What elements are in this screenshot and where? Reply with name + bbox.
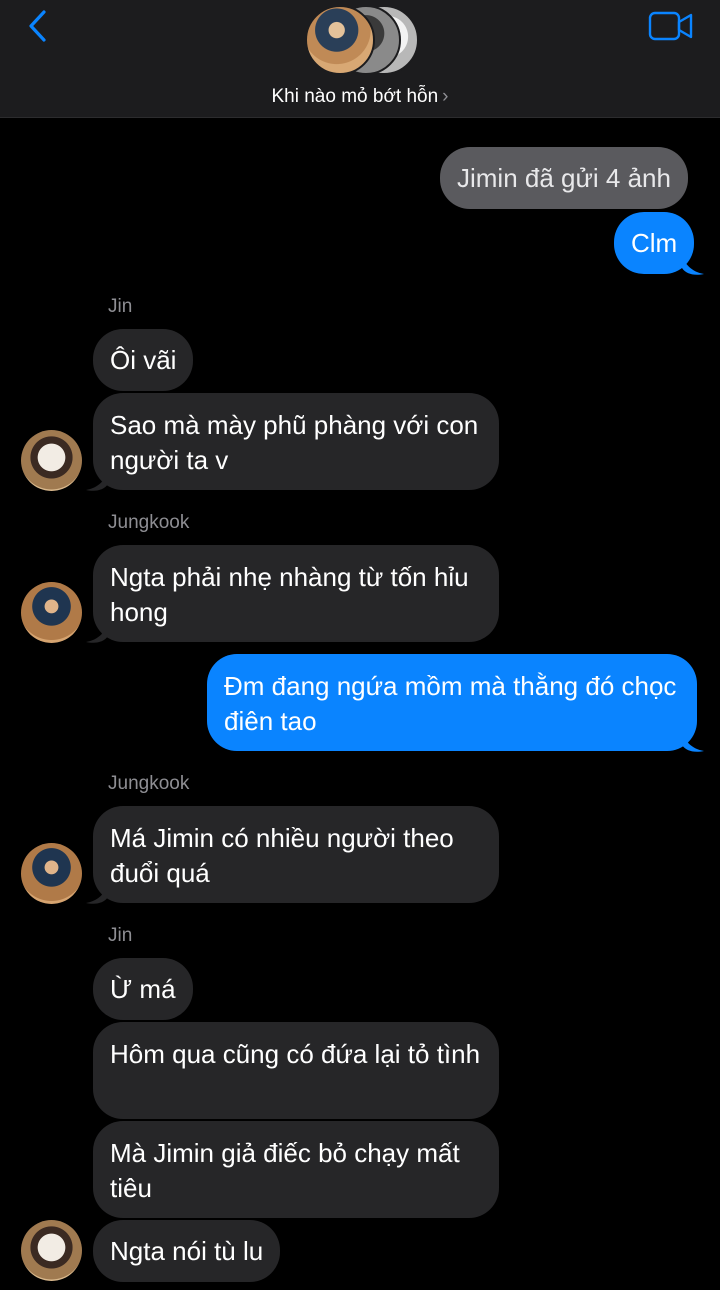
group-avatar-stack[interactable] bbox=[305, 5, 419, 77]
chat-header: Khi nào mỏ bớt hỗn › bbox=[0, 0, 720, 118]
outgoing-message[interactable]: Đm đang ngứa mồm mà thằng đó chọc điên t… bbox=[207, 654, 697, 751]
bubble-tail bbox=[682, 731, 704, 752]
bubble-tail bbox=[682, 254, 704, 275]
avatar-jungkook[interactable] bbox=[21, 582, 82, 643]
group-name-button[interactable]: Khi nào mỏ bớt hỗn › bbox=[0, 86, 720, 108]
incoming-message[interactable]: Hôm qua cũng có đứa lại tỏ tình bbox=[93, 1022, 499, 1119]
member-avatar bbox=[305, 5, 375, 75]
system-message[interactable]: Jimin đã gửi 4 ảnh bbox=[440, 147, 688, 209]
incoming-message[interactable]: Má Jimin có nhiều người theo đuổi quá bbox=[93, 806, 499, 903]
back-chevron-icon bbox=[29, 10, 46, 42]
sender-name: Jungkook bbox=[108, 773, 190, 794]
bubble-tail bbox=[86, 622, 108, 643]
sender-name: Jin bbox=[108, 296, 133, 317]
incoming-message[interactable]: Ngta nói tù lu bbox=[93, 1220, 281, 1282]
bubble-tail bbox=[86, 470, 108, 491]
sender-name: Jin bbox=[108, 925, 133, 946]
avatar-jungkook[interactable] bbox=[21, 843, 82, 904]
sender-name: Jungkook bbox=[108, 512, 190, 533]
avatar-jin[interactable] bbox=[21, 430, 82, 491]
incoming-message[interactable]: Sao mà mày phũ phàng với con người ta v bbox=[93, 393, 499, 490]
avatar-jin[interactable] bbox=[21, 1220, 82, 1281]
incoming-message[interactable]: Mà Jimin giả điếc bỏ chạy mất tiêu bbox=[93, 1121, 499, 1218]
video-camera-icon bbox=[648, 11, 693, 41]
incoming-message[interactable]: Ừ má bbox=[93, 958, 193, 1020]
chevron-right-icon: › bbox=[442, 86, 449, 107]
incoming-message[interactable]: Ngta phải nhẹ nhàng từ tốn hỉu hong bbox=[93, 545, 499, 642]
back-button[interactable] bbox=[22, 8, 58, 44]
incoming-message[interactable]: Ôi vãi bbox=[93, 329, 194, 391]
video-call-button[interactable] bbox=[648, 10, 694, 42]
group-name-label: Khi nào mỏ bớt hỗn bbox=[271, 86, 439, 107]
bubble-tail bbox=[86, 883, 108, 904]
